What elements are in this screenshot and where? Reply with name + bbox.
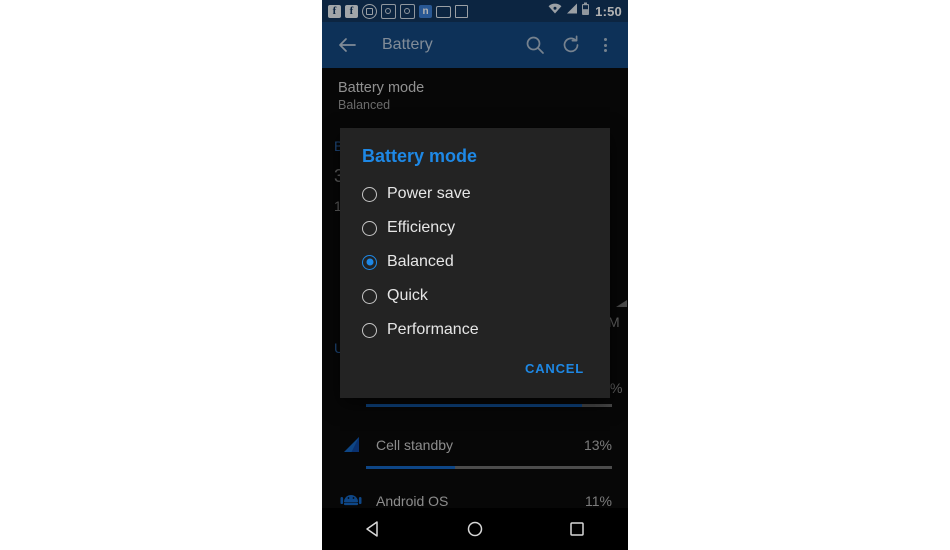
- radio-option-balanced[interactable]: Balanced: [340, 245, 610, 279]
- radio-option-power-save[interactable]: Power save: [340, 177, 610, 211]
- radio-option-performance[interactable]: Performance: [340, 313, 610, 347]
- cancel-button[interactable]: CANCEL: [519, 357, 590, 380]
- dialog-title: Battery mode: [362, 146, 478, 166]
- radio-icon-selected[interactable]: [362, 254, 377, 270]
- radio-label: Performance: [387, 321, 479, 338]
- radio-option-efficiency[interactable]: Efficiency: [340, 211, 610, 245]
- radio-icon[interactable]: [362, 220, 377, 236]
- phone-screen: f f n 1:50 Battery Battery mode Balanced…: [322, 0, 628, 550]
- radio-icon[interactable]: [362, 288, 377, 304]
- nav-home-button[interactable]: [455, 508, 495, 550]
- radio-icon[interactable]: [362, 322, 377, 338]
- nav-recents-button[interactable]: [557, 508, 597, 550]
- radio-label: Power save: [387, 185, 471, 202]
- navigation-bar: [322, 508, 628, 550]
- radio-label: Balanced: [387, 253, 454, 270]
- radio-label: Efficiency: [387, 219, 456, 236]
- radio-label: Quick: [387, 287, 428, 304]
- nav-back-button[interactable]: [353, 508, 393, 550]
- battery-mode-dialog: Battery mode Power save Efficiency Balan…: [340, 128, 610, 398]
- radio-option-quick[interactable]: Quick: [340, 279, 610, 313]
- radio-icon[interactable]: [362, 186, 377, 202]
- dialog-actions: CANCEL: [340, 347, 610, 394]
